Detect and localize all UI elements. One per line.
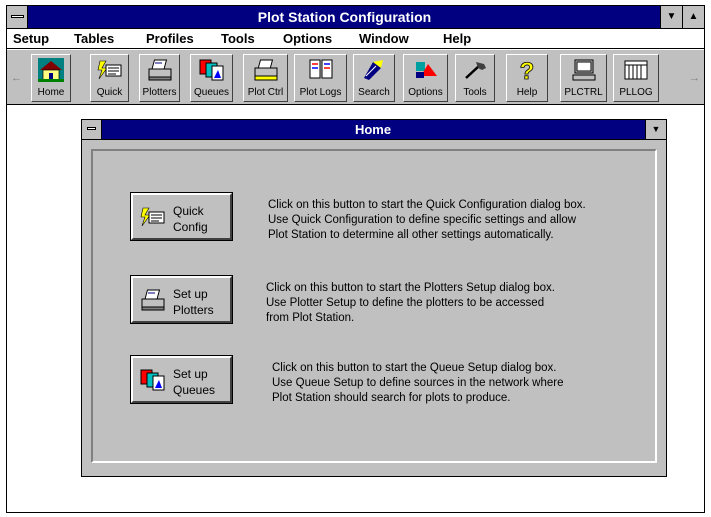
menu-options[interactable]: Options (283, 31, 332, 46)
quick-config-label-line1: Quick (173, 204, 204, 218)
setup-queues-button[interactable]: Set up Queues (130, 355, 233, 404)
toolbar-plctrl-label: PLCTRL (564, 87, 603, 98)
plotter-icon (141, 289, 165, 311)
menu-setup[interactable]: Setup (13, 31, 49, 46)
quick-config-label-line2: Config (173, 220, 208, 234)
toolbar-pllog-button[interactable]: PLLOG (613, 54, 659, 102)
system-menu-icon (11, 15, 24, 18)
home-title-bar: Home ▼ (82, 120, 666, 140)
menu-tables[interactable]: Tables (74, 31, 114, 46)
toolbar-home-button[interactable]: Home (31, 54, 71, 102)
plot-logs-icon (309, 59, 332, 79)
toolbar-plotters-label: Plotters (142, 87, 177, 98)
plot-ctrl-icon (254, 59, 277, 81)
menu-bar: Setup Tables Profiles Tools Options Wind… (7, 29, 704, 49)
setup-plotters-label-line2: Plotters (173, 303, 214, 317)
quick-config-desc-line2: Use Quick Configuration to define specif… (268, 214, 577, 226)
toolbar-plotlogs-label: Plot Logs (299, 87, 342, 98)
setup-queues-desc-line2: Use Queue Setup to define sources in the… (272, 377, 564, 389)
menu-window[interactable]: Window (359, 31, 409, 46)
minimize-button[interactable]: ▼ (660, 6, 682, 28)
toolbar-help-label: Help (516, 87, 538, 98)
queues-icon (140, 369, 165, 391)
options-icon (415, 62, 437, 78)
mdi-workspace: Home ▼ Quick Config Click on this button… (7, 106, 704, 512)
menu-tools[interactable]: Tools (221, 31, 255, 46)
toolbar-help-button[interactable]: ? Help (506, 54, 548, 102)
home-dropdown-button[interactable]: ▼ (645, 120, 666, 139)
system-menu-icon (87, 127, 96, 130)
toolbar-options-button[interactable]: Options (403, 54, 448, 102)
setup-plotters-label: Set up Plotters (173, 286, 214, 318)
house-icon (38, 58, 64, 82)
toolbar-plotctrl-button[interactable]: Plot Ctrl (243, 54, 288, 102)
setup-queues-label-line2: Queues (173, 383, 216, 397)
quick-config-button[interactable]: Quick Config (130, 192, 233, 241)
toolbar-options-label: Options (408, 87, 443, 98)
setup-plotters-desc-line1: Click on this button to start the Plotte… (266, 282, 555, 294)
setup-queues-label: Set up Queues (173, 366, 215, 398)
toolbar-queues-label: Queues (193, 87, 230, 98)
quick-config-description: Click on this button to start the Quick … (268, 198, 586, 243)
toolbar-tools-button[interactable]: Tools (455, 54, 495, 102)
home-system-menu-button[interactable] (82, 120, 102, 139)
quick-config-desc-line1: Click on this button to start the Quick … (268, 199, 586, 211)
setup-plotters-description: Click on this button to start the Plotte… (266, 281, 555, 326)
home-window-title: Home (354, 122, 392, 137)
setup-queues-label-line1: Set up (173, 367, 208, 381)
setup-plotters-desc-line2: Use Plotter Setup to define the plotters… (266, 297, 545, 309)
window-title: Plot Station Configuration (257, 9, 432, 25)
toolbar-home-label: Home (37, 87, 65, 98)
toolbar-plotctrl-label: Plot Ctrl (247, 87, 284, 98)
setup-plotters-button[interactable]: Set up Plotters (130, 275, 233, 324)
toolbar-queues-button[interactable]: Queues (190, 54, 233, 102)
toolbar-search-label: Search (358, 87, 390, 98)
quick-config-desc-line3: Plot Station to determine all other sett… (268, 229, 554, 241)
setup-queues-desc-line1: Click on this button to start the Queue … (272, 362, 557, 374)
maximize-button[interactable]: ▲ (682, 6, 704, 28)
toolbar-scroll-left[interactable]: ← (11, 72, 22, 84)
menu-profiles[interactable]: Profiles (146, 31, 194, 46)
toolbar-tools-label: Tools (463, 87, 487, 98)
setup-queues-desc-line3: Plot Station should search for plots to … (272, 392, 511, 404)
toolbar-plotters-button[interactable]: Plotters (139, 54, 180, 102)
quick-config-icon (97, 60, 121, 80)
toolbar-scroll-right[interactable]: → (689, 72, 700, 84)
svg-text:?: ? (520, 58, 535, 82)
setup-queues-description: Click on this button to start the Queue … (272, 361, 564, 406)
help-icon: ? (519, 58, 535, 82)
system-menu-button[interactable] (7, 6, 28, 28)
toolbar: ← Home Quick Plotters Queues Plot Ctrl P… (7, 50, 704, 105)
toolbar-search-button[interactable]: Search (353, 54, 395, 102)
computer-icon (572, 59, 595, 81)
setup-plotters-label-line1: Set up (173, 287, 208, 301)
toolbar-quick-button[interactable]: Quick (90, 54, 129, 102)
toolbar-pllog-label: PLLOG (619, 87, 653, 98)
search-icon (364, 60, 383, 80)
tools-icon (465, 62, 486, 79)
queues-icon (199, 59, 223, 81)
home-window: Home ▼ Quick Config Click on this button… (81, 119, 667, 477)
plotter-icon (148, 59, 171, 81)
setup-plotters-desc-line3: from Plot Station. (266, 312, 355, 324)
toolbar-plctrl-button[interactable]: PLCTRL (560, 54, 607, 102)
home-panel: Quick Config Click on this button to sta… (91, 149, 657, 463)
quick-config-label: Quick Config (173, 203, 208, 235)
main-window: Plot Station Configuration ▼ ▲ Setup Tab… (6, 5, 705, 513)
log-icon (624, 60, 648, 80)
menu-help[interactable]: Help (443, 31, 471, 46)
quick-config-icon (140, 207, 165, 227)
title-bar: Plot Station Configuration ▼ ▲ (7, 6, 704, 29)
toolbar-quick-label: Quick (96, 87, 123, 98)
toolbar-plotlogs-button[interactable]: Plot Logs (294, 54, 347, 102)
